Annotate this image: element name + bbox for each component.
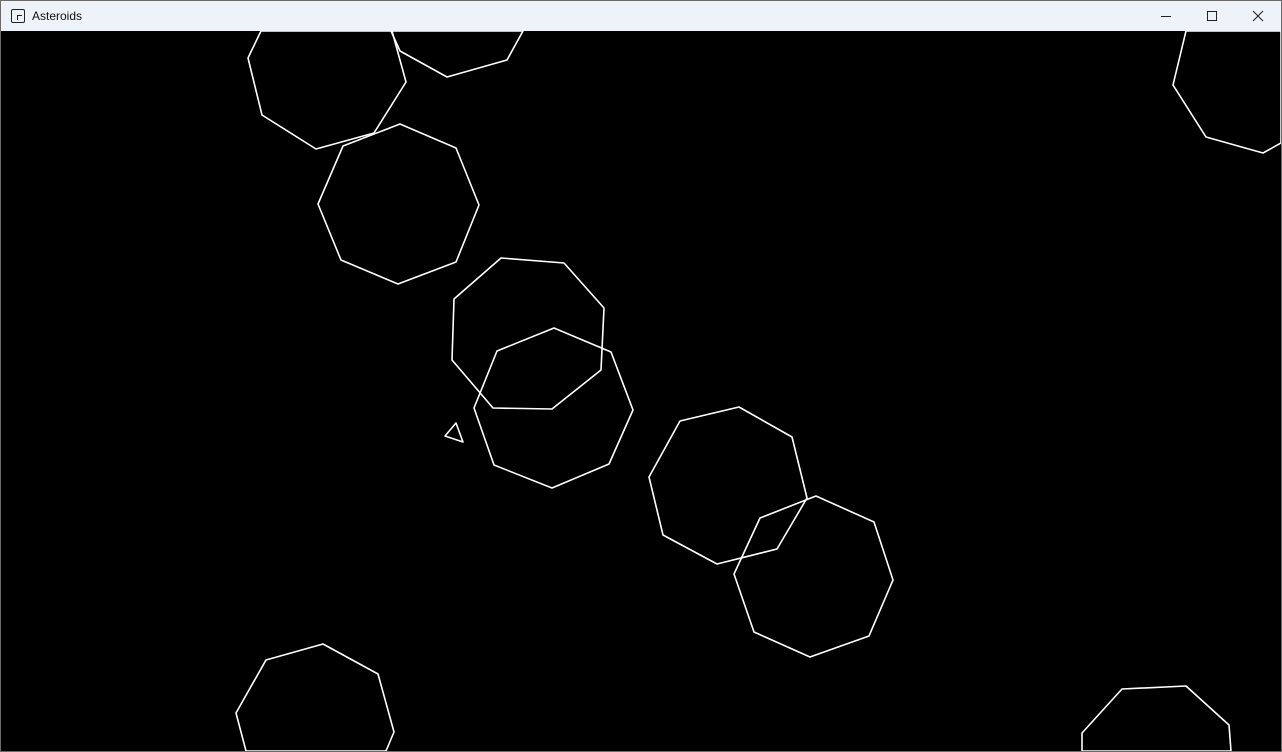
asteroid xyxy=(451,257,605,410)
maximize-icon xyxy=(1207,11,1217,21)
window-title: Asteroids xyxy=(32,9,83,23)
game-field xyxy=(235,30,1281,751)
game-window: Asteroids xyxy=(0,0,1282,752)
minimize-button[interactable] xyxy=(1143,1,1189,31)
title-bar[interactable]: Asteroids xyxy=(1,1,1281,31)
window-controls xyxy=(1143,1,1281,31)
close-icon xyxy=(1252,10,1264,22)
ship xyxy=(444,422,464,443)
app-window-icon xyxy=(11,9,25,23)
asteroid xyxy=(390,30,524,78)
maximize-button[interactable] xyxy=(1189,1,1235,31)
close-button[interactable] xyxy=(1235,1,1281,31)
game-canvas[interactable] xyxy=(1,30,1281,751)
asteroid xyxy=(317,123,480,285)
asteroid xyxy=(1081,685,1232,751)
asteroid xyxy=(648,406,808,565)
minimize-icon xyxy=(1161,16,1171,17)
asteroid xyxy=(733,495,894,658)
asteroid xyxy=(235,643,395,751)
asteroid xyxy=(1172,30,1281,154)
